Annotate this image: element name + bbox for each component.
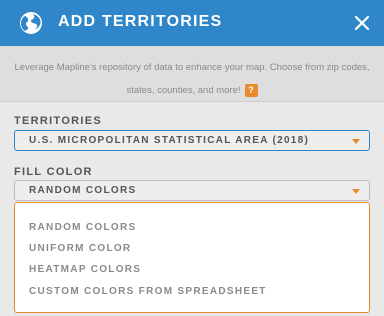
fill-color-label: FILL COLOR — [14, 166, 93, 178]
section-divider — [0, 101, 384, 102]
close-icon[interactable] — [353, 14, 371, 32]
dialog-header: ADD TERRITORIES — [0, 0, 384, 46]
dropdown-option-random-colors[interactable]: RANDOM COLORS — [29, 222, 136, 233]
territories-label: TERRITORIES — [14, 115, 103, 127]
fill-color-selected-value: RANDOM COLORS — [29, 185, 137, 196]
chevron-down-icon — [352, 139, 360, 144]
fill-color-select[interactable]: RANDOM COLORS — [14, 180, 370, 201]
dialog-description: Leverage Mapline's repository of data to… — [0, 46, 384, 101]
fill-color-dropdown: RANDOM COLORS UNIFORM COLOR HEATMAP COLO… — [14, 202, 370, 313]
description-line-2: states, counties, and more!? — [8, 79, 376, 102]
help-icon[interactable]: ? — [244, 83, 258, 97]
description-line-1: Leverage Mapline's repository of data to… — [14, 62, 370, 73]
dropdown-option-uniform-color[interactable]: UNIFORM COLOR — [29, 243, 131, 254]
territories-selected-value: U.S. MICROPOLITAN STATISTICAL AREA (2018… — [29, 135, 310, 146]
dropdown-option-heatmap-colors[interactable]: HEATMAP COLORS — [29, 264, 141, 275]
territories-select[interactable]: U.S. MICROPOLITAN STATISTICAL AREA (2018… — [14, 130, 370, 151]
chevron-down-icon — [352, 189, 360, 194]
globe-icon — [20, 12, 42, 34]
dropdown-option-custom-colors[interactable]: CUSTOM COLORS FROM SPREADSHEET — [29, 286, 267, 297]
description-line-2-text: states, counties, and more! — [126, 85, 241, 96]
dialog-title: ADD TERRITORIES — [58, 13, 223, 30]
add-territories-dialog: ADD TERRITORIES Leverage Mapline's repos… — [0, 0, 384, 316]
